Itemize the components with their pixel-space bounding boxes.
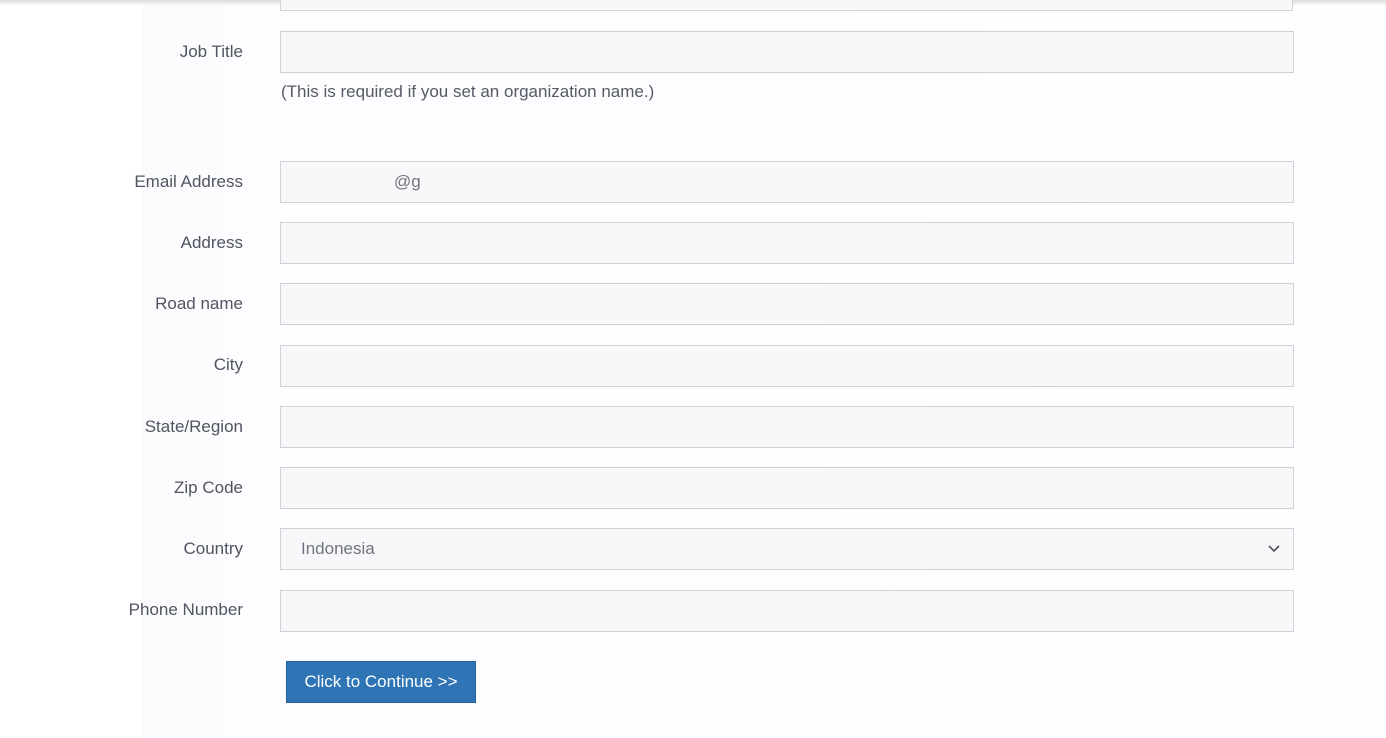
- phone-number-label: Phone Number: [128, 600, 243, 619]
- registration-page: Job Title (This is required if you set a…: [0, 0, 1386, 738]
- road-name-input[interactable]: [280, 283, 1294, 325]
- road-name-label: Road name: [155, 294, 243, 313]
- phone-number-input[interactable]: [280, 590, 1294, 632]
- country-label: Country: [183, 539, 243, 558]
- state-region-input[interactable]: [280, 406, 1294, 448]
- address-input[interactable]: [280, 222, 1294, 264]
- continue-button[interactable]: Click to Continue >>: [286, 661, 476, 703]
- city-input[interactable]: [280, 345, 1294, 387]
- address-label: Address: [180, 233, 243, 252]
- city-label: City: [213, 355, 243, 374]
- previous-field-edge: [280, 0, 1293, 11]
- state-region-label: State/Region: [144, 417, 243, 436]
- zip-code-label: Zip Code: [174, 478, 243, 497]
- job-title-input[interactable]: [280, 31, 1294, 73]
- chevron-down-icon: [1267, 542, 1281, 556]
- country-select[interactable]: Indonesia: [280, 528, 1294, 570]
- job-title-label: Job Title: [179, 42, 243, 61]
- email-address-input[interactable]: [280, 161, 1294, 203]
- country-selected-value: Indonesia: [301, 539, 375, 558]
- zip-code-input[interactable]: [280, 467, 1294, 509]
- email-address-label: Email Address: [134, 172, 243, 191]
- job-title-help-text: (This is required if you set an organiza…: [281, 82, 655, 101]
